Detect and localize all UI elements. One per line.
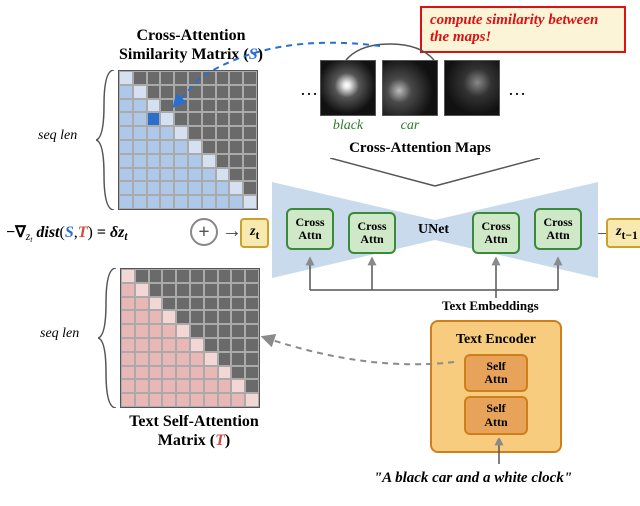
attn-map-0-label: black <box>320 118 376 134</box>
attn-map-1-label: car <box>382 118 438 134</box>
self-attn-block-1: Self Attn <box>464 396 528 434</box>
self-attn-0-l1: Self <box>486 359 505 373</box>
zt-sub: t <box>255 229 259 242</box>
cross-attn-line1-1: Cross <box>357 219 386 233</box>
zt-box: zt <box>240 218 269 248</box>
brace-seqlen-top <box>96 70 118 210</box>
cross-attn-line2-0: Attn <box>298 228 321 242</box>
dashed-arrow-enc-to-t <box>258 332 458 382</box>
cross-attn-block-0: Cross Attn <box>286 208 334 250</box>
callout-text: compute similarity between the maps! <box>430 12 598 45</box>
cross-attn-block-1: Cross Attn <box>348 212 396 254</box>
equals: = <box>93 224 110 241</box>
formula-T: T <box>78 224 88 241</box>
attn-map-2 <box>444 60 500 116</box>
gradient-formula: −∇zt dist(S,T) = δzt <box>6 222 128 244</box>
zt1-box: zt−1 <box>606 218 640 248</box>
callout-box: compute similarity between the maps! <box>420 6 626 53</box>
text-encoder-title: Text Encoder <box>442 332 550 348</box>
ellipsis-right: … <box>508 80 526 98</box>
text-sim-matrix-wrap <box>120 268 260 408</box>
zt1-sub: t−1 <box>621 229 637 242</box>
attn-map-1 <box>382 60 438 116</box>
grad-sub: zt <box>26 231 33 243</box>
self-attn-1-l2: Attn <box>484 415 507 429</box>
text-embeddings-label: Text Embeddings <box>440 298 541 314</box>
self-attn-block-0: Self Attn <box>464 354 528 392</box>
arrow-zt-in: → <box>222 220 242 243</box>
fan-lines <box>330 158 540 188</box>
cross-attn-line1-3: Cross <box>543 215 572 229</box>
dist-word: dist <box>36 224 59 241</box>
cross-attn-block-2: Cross Attn <box>472 212 520 254</box>
seqlen-bottom-label: seq len <box>40 326 79 342</box>
delta: δzt <box>110 224 128 241</box>
text-sim-title: Text Self-Attention Matrix (T) <box>104 412 284 450</box>
text-sim-title-line2a: Matrix ( <box>158 432 215 449</box>
plus-node: + <box>190 218 218 246</box>
self-attn-1-l1: Self <box>486 401 505 415</box>
text-sim-title-line2b: ) <box>225 432 230 449</box>
cross-attn-line1-2: Cross <box>481 219 510 233</box>
cross-attn-block-3: Cross Attn <box>534 208 582 250</box>
delta-sub: t <box>124 231 127 243</box>
text-sim-title-line1: Text Self-Attention <box>129 413 259 430</box>
prompt-text: "A black car and a white clock" <box>318 470 628 487</box>
text-sim-symbol: T <box>215 432 225 449</box>
text-sim-matrix <box>120 268 260 408</box>
dashed-arrow-maps-to-s <box>170 38 390 118</box>
self-attn-0-l2: Attn <box>484 372 507 386</box>
brace-seqlen-bottom <box>98 268 120 408</box>
attn-maps-title: Cross-Attention Maps <box>318 140 522 157</box>
neg-grad: −∇ <box>6 224 26 241</box>
formula-S: S <box>65 224 74 241</box>
cross-attn-line2-3: Attn <box>546 228 569 242</box>
arrow-prompt-to-encoder <box>492 438 506 466</box>
seqlen-top-label: seq len <box>38 128 77 144</box>
cross-attn-line2-2: Attn <box>484 232 507 246</box>
cross-attn-line1-0: Cross <box>295 215 324 229</box>
unet-label: UNet <box>418 222 449 238</box>
cross-attn-line2-1: Attn <box>360 232 383 246</box>
